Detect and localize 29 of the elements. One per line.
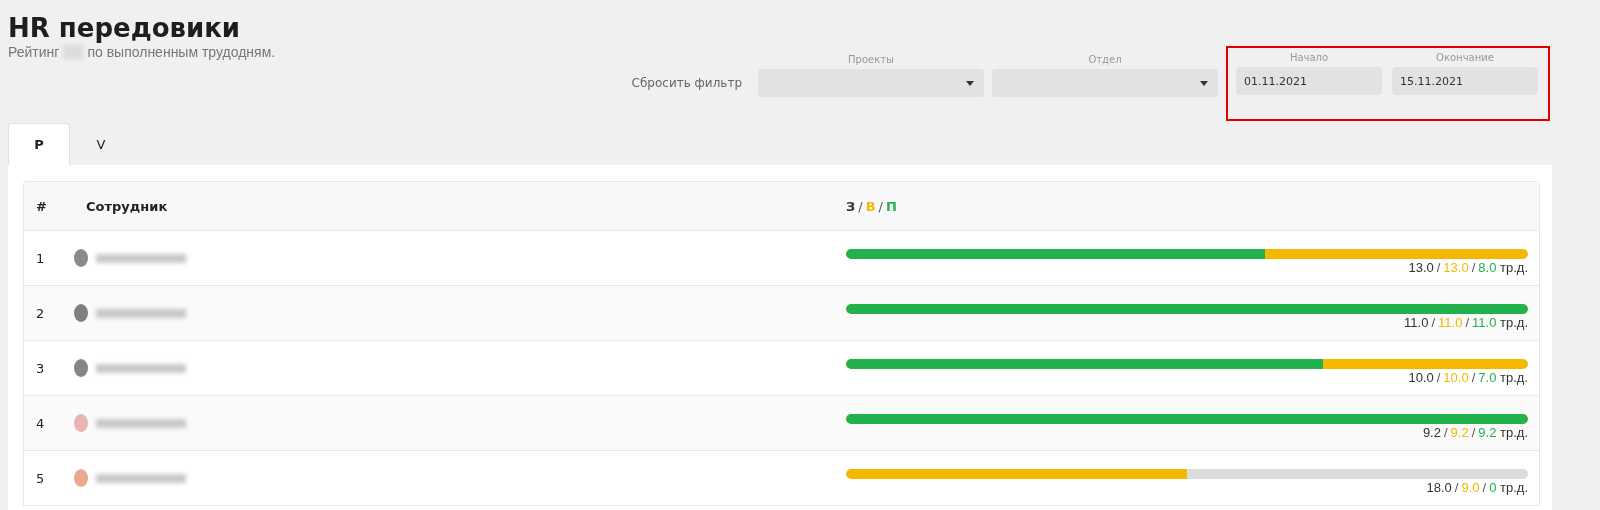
field-label: Отдел [1088,54,1122,65]
page-title: HR передовики [8,12,242,44]
reset-filter-button[interactable]: Сбросить фильтр [631,76,750,90]
value-text: 11.0 / 11.0 / 11.0 тр.д. [1404,315,1528,330]
field-label: Начало [1289,52,1329,63]
subtitle-text: Рейтинг [8,44,60,60]
rank-cell-text: 1 [35,250,46,266]
date-field[interactable]: 15.11.2021 [1392,67,1538,95]
value-text: 18.0 / 9.0 / 0 тр.д. [1426,480,1528,495]
value-text: 10.0 / 10.0 / 7.0 тр.д. [1408,370,1528,385]
caret-icon [966,80,974,86]
column-header: З / В / П [846,198,898,214]
rank-cell-text: 4 [35,415,46,431]
tab[interactable]: Р [8,123,70,165]
field-label: Окончание [1436,52,1494,63]
value-text: 9.2 / 9.2 / 9.2 тр.д. [1422,425,1528,440]
caret-icon [1200,80,1208,86]
value-text: 13.0 / 13.0 / 8.0 тр.д. [1408,260,1528,275]
column-header: Сотрудник [85,198,169,214]
rank-cell-text: 5 [35,470,46,486]
field-label: Проекты [848,54,894,65]
column-header: # [35,198,48,214]
rank-cell-text: 3 [35,360,46,376]
rank-cell-text: 2 [35,305,46,321]
tab[interactable]: V [70,123,132,165]
dropdown-field[interactable] [758,69,984,97]
dropdown-field[interactable] [992,69,1218,97]
date-field[interactable]: 01.11.2021 [1236,67,1382,95]
subtitle-text: по выполненным трудодням. [87,44,276,60]
